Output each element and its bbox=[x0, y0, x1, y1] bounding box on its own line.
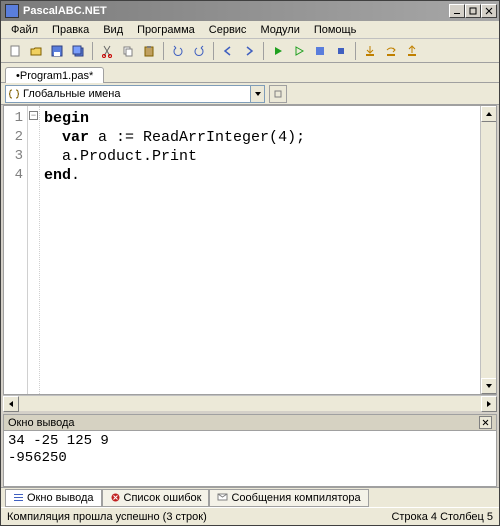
namespace-bar: Глобальные имена bbox=[1, 83, 499, 105]
step-out-button[interactable] bbox=[402, 41, 422, 61]
horizontal-scrollbar[interactable] bbox=[3, 396, 497, 411]
window-title: PascalABC.NET bbox=[23, 5, 449, 17]
minimize-button[interactable] bbox=[449, 4, 465, 18]
menu-bar: ФайлПравкаВидПрограммаСервисМодулиПомощь bbox=[1, 21, 499, 39]
list-icon bbox=[13, 492, 24, 503]
close-button[interactable] bbox=[481, 4, 497, 18]
status-compile-text: Компиляция прошла успешно (3 строк) bbox=[7, 511, 207, 523]
run-alt-button[interactable] bbox=[289, 41, 309, 61]
status-bar: Компиляция прошла успешно (3 строк) Стро… bbox=[1, 507, 499, 525]
fold-column: − bbox=[28, 106, 40, 394]
code-line: begin bbox=[44, 109, 476, 128]
code-line: end. bbox=[44, 166, 476, 185]
error-icon bbox=[110, 492, 121, 503]
new-file-button[interactable] bbox=[5, 41, 25, 61]
code-line: a.Product.Print bbox=[44, 147, 476, 166]
separator bbox=[355, 42, 356, 60]
bottom-tab-label: Список ошибок bbox=[124, 492, 202, 504]
line-number: 4 bbox=[4, 166, 27, 185]
bottom-tab-label: Окно вывода bbox=[27, 492, 94, 504]
horizontal-scrollbar-row bbox=[3, 395, 497, 411]
separator bbox=[213, 42, 214, 60]
window-buttons bbox=[449, 4, 497, 18]
chevron-down-icon[interactable] bbox=[250, 86, 264, 102]
scroll-down-icon[interactable] bbox=[481, 378, 497, 394]
save-button[interactable] bbox=[47, 41, 67, 61]
bottom-tab[interactable]: Сообщения компилятора bbox=[209, 489, 368, 507]
copy-button[interactable] bbox=[118, 41, 138, 61]
msg-icon bbox=[217, 492, 228, 503]
title-bar: PascalABC.NET bbox=[1, 1, 499, 21]
cut-button[interactable] bbox=[97, 41, 117, 61]
bottom-tab[interactable]: Окно вывода bbox=[5, 489, 102, 507]
nav-forward-button[interactable] bbox=[239, 41, 259, 61]
output-title: Окно вывода bbox=[8, 417, 75, 429]
step-over-button[interactable] bbox=[381, 41, 401, 61]
namespace-combo-text: Глобальные имена bbox=[23, 88, 121, 100]
fold-toggle[interactable]: − bbox=[29, 111, 38, 120]
menu-item-правка[interactable]: Правка bbox=[46, 23, 95, 37]
bottom-tab[interactable]: Список ошибок bbox=[102, 489, 210, 507]
undo-button[interactable] bbox=[168, 41, 188, 61]
namespace-refresh-button[interactable] bbox=[269, 85, 287, 103]
output-title-bar: Окно вывода bbox=[3, 414, 497, 431]
app-icon bbox=[5, 4, 19, 18]
paste-button[interactable] bbox=[139, 41, 159, 61]
code-line: var a := ReadArrInteger(4); bbox=[44, 128, 476, 147]
compile-button[interactable] bbox=[310, 41, 330, 61]
output-content[interactable]: 34 -25 125 9 -956250 bbox=[3, 431, 497, 487]
vertical-scrollbar[interactable] bbox=[480, 106, 496, 394]
line-number-gutter: 1234 bbox=[4, 106, 28, 394]
line-number: 2 bbox=[4, 128, 27, 147]
scroll-left-icon[interactable] bbox=[3, 396, 19, 412]
output-panel: Окно вывода 34 -25 125 9 -956250 bbox=[3, 414, 497, 487]
separator bbox=[92, 42, 93, 60]
status-cursor-position: Строка 4 Столбец 5 bbox=[391, 511, 493, 523]
menu-item-модули[interactable]: Модули bbox=[254, 23, 305, 37]
toolbar bbox=[1, 39, 499, 63]
stop-button[interactable] bbox=[331, 41, 351, 61]
file-tab-strip: •Program1.pas* bbox=[1, 63, 499, 83]
bottom-tab-label: Сообщения компилятора bbox=[231, 492, 360, 504]
namespace-combo[interactable]: Глобальные имена bbox=[5, 85, 265, 103]
menu-item-сервис[interactable]: Сервис bbox=[203, 23, 253, 37]
separator bbox=[163, 42, 164, 60]
menu-item-вид[interactable]: Вид bbox=[97, 23, 129, 37]
menu-item-файл[interactable]: Файл bbox=[5, 23, 44, 37]
step-into-button[interactable] bbox=[360, 41, 380, 61]
bottom-tab-strip: Окно вывода Список ошибок Сообщения компил… bbox=[1, 487, 499, 507]
maximize-button[interactable] bbox=[465, 4, 481, 18]
save-all-button[interactable] bbox=[68, 41, 88, 61]
file-tab[interactable]: •Program1.pas* bbox=[5, 67, 104, 83]
braces-icon bbox=[8, 88, 20, 100]
menu-item-помощь[interactable]: Помощь bbox=[308, 23, 363, 37]
run-button[interactable] bbox=[268, 41, 288, 61]
output-close-button[interactable] bbox=[479, 416, 492, 429]
code-editor[interactable]: 1234 − begin var a := ReadArrInteger(4);… bbox=[3, 105, 497, 395]
line-number: 1 bbox=[4, 109, 27, 128]
menu-item-программа[interactable]: Программа bbox=[131, 23, 201, 37]
open-file-button[interactable] bbox=[26, 41, 46, 61]
separator bbox=[263, 42, 264, 60]
nav-back-button[interactable] bbox=[218, 41, 238, 61]
line-number: 3 bbox=[4, 147, 27, 166]
scroll-up-icon[interactable] bbox=[481, 106, 497, 122]
code-content[interactable]: begin var a := ReadArrInteger(4); a.Prod… bbox=[40, 106, 480, 394]
scroll-right-icon[interactable] bbox=[481, 396, 497, 412]
redo-button[interactable] bbox=[189, 41, 209, 61]
